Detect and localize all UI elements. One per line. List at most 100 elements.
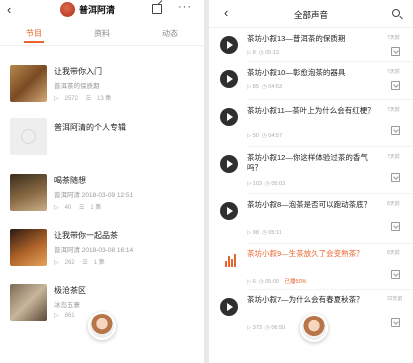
episodes-icon: ☰ [82,260,88,266]
album-subtitle: 普洱阿清 2018-03-09 12:51 [54,192,134,199]
play-icon[interactable] [220,108,238,126]
album-title: 普洱阿清的个人专辑 [54,123,126,132]
play-icon[interactable] [220,70,238,88]
play-icon[interactable] [220,155,238,173]
album-item[interactable]: 让我带你入门 普洱茶的保质期 ▷ 2572 ☰ 13 集 [10,65,194,102]
album-subtitle: 普洱茶的保质期 [54,83,100,90]
download-icon[interactable] [391,173,400,182]
search-icon[interactable] [392,9,400,17]
track-meta: ▷ 103 ◷ 05:03 [247,181,286,187]
download-icon[interactable] [391,318,400,327]
profile-tabs: 节目 资料 动态 [0,22,204,46]
album-title: 喝茶随想 [54,176,86,185]
played-progress: 已播50% [284,279,307,285]
track-title: 茶坊小叙10—彰愈泡茶的器具 [247,68,346,77]
profile-header: ‹ 普洱阿清 ··· [0,0,204,22]
track-play-count: 6 [252,279,256,285]
track-title: 茶坊小叙8—泡茶是否可以跑动茶底？ [247,200,372,209]
album-item[interactable]: 让我带你一起品茶 普洱阿清 2018-03-08 16:14 ▷ 262 ☰ 1 集 [10,229,194,266]
track-duration: 05:03 [271,181,286,187]
track-meta: ▷ 98 ◷ 05:11 [247,230,282,236]
play-count-icon: ▷ [54,260,59,266]
tab-profile[interactable]: 资料 [82,28,122,39]
profile-name: 普洱阿清 [79,5,116,15]
audio-bars-icon [223,253,237,267]
album-subtitle: 冰岛五寨 [54,302,80,309]
track-play-count: 85 [252,84,259,90]
play-count-icon: ▷ [54,96,59,102]
track-play-count: 373 [252,325,262,331]
album-stats: ▷ 40 ☰ 1 集 [54,202,194,211]
track-title: 茶坊小叙7—为什么会有春夏秋茶？ [247,295,364,304]
album-episode-count: 13 集 [97,96,112,102]
track-meta: ▷ 6 ◷ 05:00 已播50% [247,279,307,285]
album-play-count: 262 [64,260,75,266]
more-icon[interactable]: ··· [178,1,192,13]
episodes-icon: ☰ [78,205,85,211]
play-icon[interactable] [220,298,238,316]
all-sounds-header: ‹ 全部声音 [209,0,413,28]
play-icon[interactable] [220,202,238,220]
track-date: 7天前 [387,35,400,41]
tab-activity[interactable]: 动态 [150,28,190,39]
play-count-icon: ▷ [54,313,59,319]
album-episode-count: 1 集 [93,260,105,266]
track-date: 22天前 [387,296,403,302]
track-play-count: 50 [252,133,259,139]
album-subtitle: 普洱阿清 2018-03-08 16:14 [54,247,134,254]
profile-identity[interactable]: 普洱阿清 [60,2,115,17]
play-icon[interactable] [220,36,238,54]
track-play-count: 98 [252,230,259,236]
divider [247,146,413,147]
tab-programs[interactable]: 节目 [14,28,54,43]
page-title: 全部声音 [293,10,328,20]
album-cover [10,284,47,321]
back-icon[interactable]: ‹ [7,3,11,17]
track-meta: ▷ 8 ◷ 05:13 [247,50,279,56]
download-icon[interactable] [391,126,400,135]
divider [247,99,413,100]
track-duration: 05:00 [265,279,279,285]
divider [247,289,413,290]
track-meta: ▷ 50 ◷ 04:57 [247,133,283,139]
track-duration: 05:13 [265,50,279,56]
track-play-count: 103 [252,181,262,187]
album-title: 让我带你一起品茶 [54,231,118,240]
album-play-count: 861 [64,313,75,319]
download-icon[interactable] [391,47,400,56]
profile-panel: ‹ 普洱阿清 ··· 节目 资料 动态 让我带你入门 普洱茶的保质期 ▷ 2572… [0,0,204,363]
divider [247,61,413,62]
download-icon[interactable] [391,222,400,231]
avatar [60,2,75,17]
album-stats: ▷ 861 [54,312,194,319]
album-cover [10,174,47,211]
track-date: 8天前 [387,201,400,207]
album-play-count: 2572 [64,96,78,102]
track-meta: ▷ 373 ◷ 06:50 [247,325,286,331]
episodes-icon: ☰ [85,96,92,102]
album-stats: ▷ 262 ☰ 1 集 [54,257,194,266]
track-title: 茶坊小叙12—你这样体验过茶的香气吗？ [247,153,368,172]
album-episode-count: 1 集 [90,205,102,211]
track-duration: 04:53 [268,84,283,90]
album-item[interactable]: 普洱阿清的个人专辑 [10,118,194,155]
track-duration: 06:50 [271,325,286,331]
share-icon[interactable] [152,4,162,14]
track-date: 8天前 [387,250,400,256]
track-title: 茶坊小叙13—普洱茶的保质期 [247,34,346,43]
album-cover [10,65,47,102]
download-icon[interactable] [391,81,400,90]
album-cover-placeholder [10,118,47,155]
play-count-icon: ▷ [54,205,59,211]
now-playing-avatar[interactable] [300,314,328,342]
track-date: 7天前 [387,69,400,75]
album-item[interactable]: 喝茶随想 普洱阿清 2018-03-09 12:51 ▷ 40 ☰ 1 集 [10,174,194,211]
divider [247,193,413,194]
track-title: 茶坊小叙9—生茶放久了会变熟茶？ [247,249,364,258]
album-title: 让我带你入门 [54,67,102,76]
all-sounds-panel: ‹ 全部声音 茶坊小叙13—普洱茶的保质期 ▷ 8 ◷ 05:13 7天前 茶坊… [209,0,413,363]
now-playing-avatar[interactable] [88,312,116,340]
download-icon[interactable] [391,270,400,279]
track-duration: 04:57 [268,133,283,139]
album-play-count: 40 [64,205,72,211]
